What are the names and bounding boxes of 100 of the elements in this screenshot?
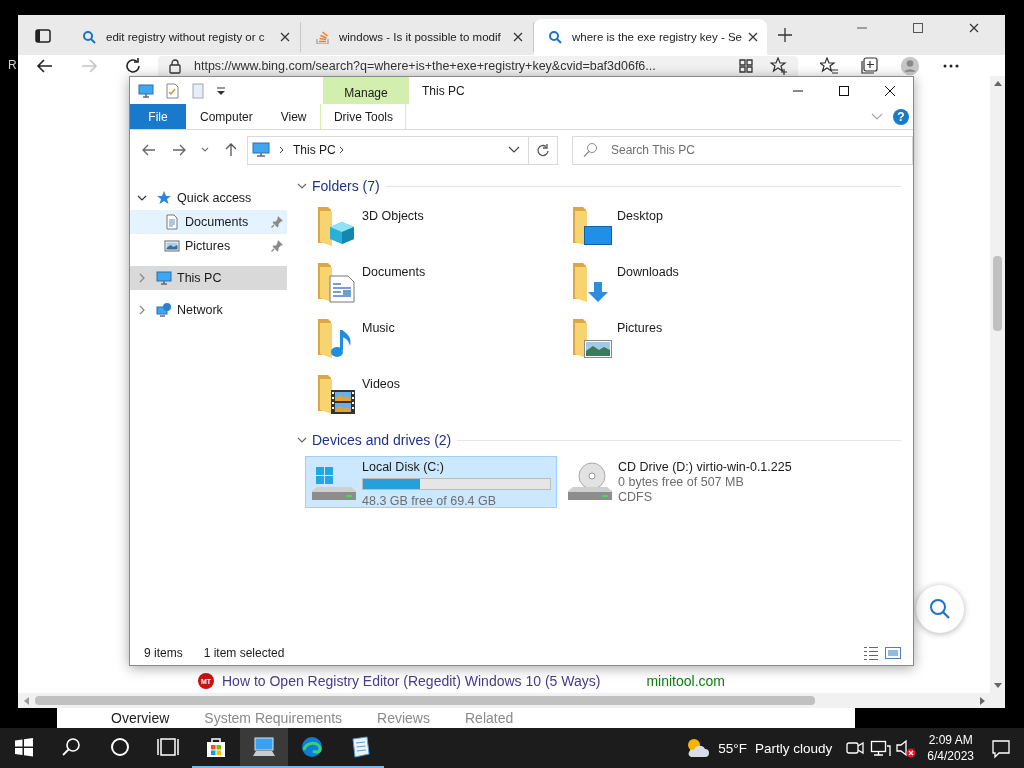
recent-locations-icon[interactable] <box>201 147 209 153</box>
apps-icon[interactable] <box>738 58 754 74</box>
circle-icon <box>108 735 132 759</box>
add-favorite-icon[interactable] <box>770 57 788 75</box>
chevron-icon[interactable] <box>137 193 147 203</box>
horizontal-scrollbar[interactable] <box>18 693 1005 708</box>
window-title: This PC <box>422 82 465 100</box>
weather-condition[interactable]: Partly cloudy <box>755 740 833 756</box>
close-icon[interactable] <box>969 23 979 33</box>
customize-caret-icon[interactable] <box>216 84 226 97</box>
maximize-icon[interactable] <box>839 85 849 96</box>
tree-item[interactable]: Quick access <box>130 186 287 210</box>
group-heading: Folders (7) <box>312 178 380 194</box>
ribbon-tab[interactable]: View <box>266 104 321 129</box>
lock-icon <box>168 58 182 74</box>
tab-actions-icon[interactable] <box>34 27 52 45</box>
drive-detail: 48.3 GB free of 69.4 GB <box>362 494 498 508</box>
picture-icon <box>164 238 180 254</box>
group-heading: Devices and drives (2) <box>312 432 452 448</box>
store-tab[interactable]: Related <box>465 710 514 726</box>
volume-icon[interactable] <box>894 737 917 759</box>
file-tab[interactable]: File <box>130 104 186 129</box>
new-tab-icon[interactable] <box>777 27 793 43</box>
result-link[interactable]: How to Open Registry Editor (Regedit) Windows 10 (5 Ways) <box>222 673 601 689</box>
selection-count: 1 item selected <box>203 646 285 660</box>
scroll-up-icon[interactable] <box>993 81 1002 86</box>
ribbon-tab[interactable]: Drive Tools <box>320 104 407 129</box>
chevron-icon[interactable] <box>297 435 307 445</box>
drive-detail: 0 bytes free of 507 MB <box>618 475 745 489</box>
stack-icon <box>315 30 329 44</box>
scroll-right-icon[interactable] <box>980 696 985 705</box>
breadcrumb-chevron-icon[interactable] <box>337 146 345 154</box>
store-tab[interactable]: System Requirements <box>204 710 343 726</box>
weather-temperature[interactable]: 55°F <box>718 740 747 756</box>
folder-name[interactable]: Music <box>362 316 395 335</box>
close-icon[interactable] <box>280 32 290 42</box>
document-icon <box>164 214 180 230</box>
star-icon <box>156 190 172 206</box>
ribbon-tab[interactable]: Computer <box>186 104 267 129</box>
folder-name[interactable]: Downloads <box>617 260 679 279</box>
favorites-icon[interactable] <box>820 56 838 75</box>
scrollbar-thumb[interactable] <box>993 256 1002 331</box>
drive-tile[interactable]: Local Disk (C:) 48.3 GB free of 69.4 GB <box>305 456 557 508</box>
search-button[interactable] <box>916 585 964 633</box>
collections-icon[interactable] <box>860 56 878 75</box>
close-icon[interactable] <box>748 32 758 42</box>
computer-icon <box>156 270 172 286</box>
store-tab[interactable]: Reviews <box>377 710 430 726</box>
close-icon[interactable] <box>513 32 523 42</box>
scroll-down-icon[interactable] <box>993 683 1002 688</box>
tree-item[interactable]: Network <box>130 298 287 322</box>
breadcrumb-chevron-icon[interactable] <box>278 146 285 154</box>
browser-tab[interactable]: where is the exe registry key - Se <box>534 19 767 55</box>
taskbar-button[interactable] <box>240 728 288 768</box>
search-icon <box>548 30 562 44</box>
store-tab[interactable]: Overview <box>111 710 170 726</box>
computer-icon <box>252 735 276 759</box>
close-icon[interactable] <box>885 85 895 96</box>
refresh-button[interactable] <box>529 135 558 165</box>
search-icon <box>582 141 598 158</box>
notification-icon[interactable] <box>990 737 1012 759</box>
properties-icon[interactable] <box>164 82 180 99</box>
clock[interactable]: 2:09 AM 6/4/2023 <box>927 732 974 764</box>
tree-item[interactable]: Pictures <box>130 234 287 258</box>
tree-item[interactable]: Documents <box>130 210 287 234</box>
item-count: 9 items <box>144 646 183 660</box>
address-field[interactable]: https://www.bing.com/search?q=where+is+the+exe+registry+key&cvid=baf3d06f6... <box>158 56 798 76</box>
shopping-bag-icon <box>204 735 228 759</box>
computer-icon[interactable] <box>138 82 154 99</box>
drive-tile[interactable]: CD Drive (D:) virtio-win-0.1.225 0 bytes free of 507 MB CDFS <box>561 456 857 508</box>
folder-name[interactable]: Desktop <box>617 204 663 223</box>
task-view-icon <box>156 735 180 759</box>
tree-item[interactable]: This PC <box>130 266 287 290</box>
dropdown-icon[interactable] <box>508 146 520 154</box>
network-icon <box>156 302 172 318</box>
profile-avatar-icon[interactable] <box>900 55 920 76</box>
back-icon[interactable] <box>36 56 54 75</box>
windows-logo-icon <box>14 737 34 757</box>
forward-icon[interactable] <box>171 142 187 158</box>
clock-date: 6/4/2023 <box>927 748 974 764</box>
result-site: minitool.com <box>646 673 725 689</box>
folder-name[interactable]: 3D Objects <box>362 204 424 223</box>
clock-time: 2:09 AM <box>928 732 973 748</box>
up-icon[interactable] <box>223 142 239 158</box>
computer-icon <box>252 142 270 158</box>
details-view-icon[interactable] <box>863 645 879 661</box>
help-button[interactable]: ? <box>893 108 909 125</box>
maximize-icon[interactable] <box>913 23 923 33</box>
browser-logo-icon <box>300 735 324 759</box>
vertical-scrollbar[interactable] <box>990 76 1005 693</box>
folder-name[interactable]: Videos <box>362 372 400 391</box>
browser-tab[interactable]: edit registry without registy or c <box>68 22 301 52</box>
address-bar[interactable]: This PC <box>247 135 529 165</box>
search-field[interactable]: Search This PC <box>572 135 913 165</box>
refresh-icon[interactable] <box>124 56 142 75</box>
scrollbar-thumb[interactable] <box>35 696 815 705</box>
large-icons-view-icon[interactable] <box>885 645 901 661</box>
folder-name[interactable]: Pictures <box>617 316 663 335</box>
folder-name[interactable]: Documents <box>362 260 426 279</box>
chevron-icon[interactable] <box>297 181 307 191</box>
